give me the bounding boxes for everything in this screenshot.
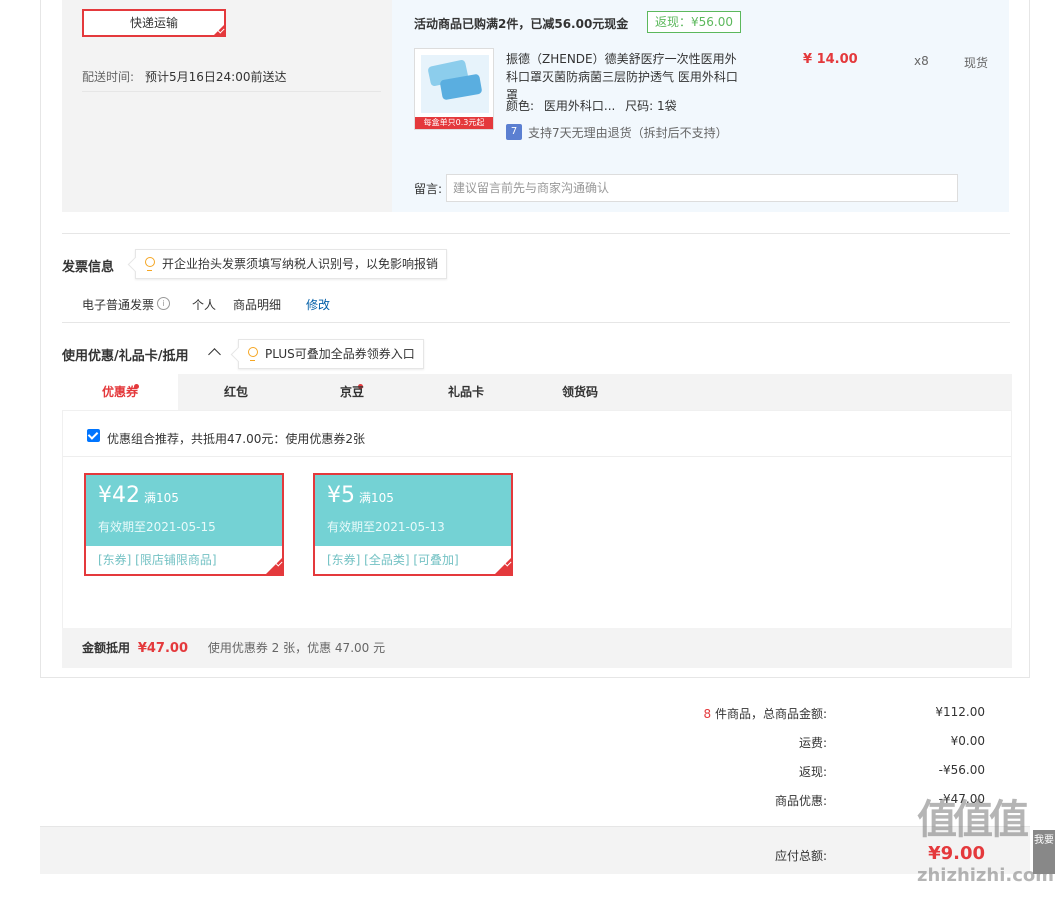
- product-stock: 现货: [964, 56, 989, 70]
- invoice-detail: 商品明细: [233, 298, 282, 312]
- lightbulb-icon: [248, 347, 258, 361]
- tab-label: 京豆: [339, 385, 364, 399]
- combo-recommend-checkbox[interactable]: [87, 429, 100, 442]
- product-image-caption: 每盒单只0.3元起: [415, 117, 493, 129]
- color-value: 医用外科口...: [543, 99, 616, 113]
- combo-recommend-text: 优惠组合推荐，共抵用47.00元：使用优惠券2张: [107, 432, 365, 446]
- discount-label: 商品优惠:: [774, 794, 827, 808]
- freight-row: 运费: ¥0.00: [585, 734, 985, 754]
- invoice-tip: 开企业抬头发票须填写纳税人识别号，以免影响报销: [135, 249, 448, 279]
- info-icon[interactable]: i: [157, 297, 170, 310]
- invoice-person: 个人: [192, 298, 217, 312]
- cashback-row: 返现: -¥56.00: [585, 763, 985, 783]
- lightbulb-icon: [145, 257, 155, 271]
- coupon-tags: [东券] [限店铺限商品]: [98, 553, 217, 567]
- coupon-condition: 满105: [144, 491, 179, 505]
- payable-label: 应付总额:: [774, 849, 827, 863]
- invoice-title: 发票信息: [62, 260, 115, 275]
- return-policy-text: 支持7天无理由退货（拆封后不支持）: [528, 126, 728, 140]
- goods-total-value: ¥112.00: [935, 705, 985, 719]
- tab-label: 优惠券: [101, 385, 138, 399]
- size-label: 尺码:: [625, 99, 654, 113]
- invoice-edit-link[interactable]: 修改: [306, 296, 330, 313]
- freight-value: ¥0.00: [950, 734, 985, 748]
- tab-label: 领货码: [561, 385, 598, 399]
- discount-summary-value: ¥47.00: [137, 641, 189, 656]
- tab-gift-card[interactable]: 礼品卡: [408, 374, 524, 410]
- message-input[interactable]: 建议留言前先与商家沟通确认: [446, 174, 958, 202]
- freight-label: 运费:: [798, 736, 827, 750]
- coupon-amount-value: ¥5: [327, 483, 355, 508]
- delivery-time-value: 预计5月16日24:00前送达: [145, 70, 287, 84]
- express-shipping-option[interactable]: 快递运输: [82, 9, 226, 37]
- product-title-link[interactable]: 振德（ZHENDE）德美舒医疗一次性医用外科口罩灭菌防病菌三层防护透气 医用外科…: [506, 50, 748, 104]
- tab-red-packet[interactable]: 红包: [178, 374, 363, 410]
- tab-coupon[interactable]: 优惠券: [62, 374, 178, 410]
- product-image[interactable]: 每盒单只0.3元起: [414, 48, 494, 130]
- goods-total-label: 8 件商品，总商品金额:: [703, 705, 827, 722]
- section-divider: [62, 233, 1010, 234]
- shipping-divider: [82, 91, 381, 92]
- selected-check-icon: [212, 23, 226, 37]
- delivery-time-label: 配送时间:: [82, 70, 135, 84]
- watermark-logo: 值值值: [917, 797, 1029, 843]
- invoice-tip-text: 开企业抬头发票须填写纳税人识别号，以免影响报销: [162, 257, 439, 271]
- product-color: 颜色: 医用外科口... 尺码: 1袋: [506, 97, 677, 114]
- site-watermark: 值值值 zhizhizhi.com: [917, 790, 1054, 886]
- express-shipping-label: 快递运输: [129, 16, 178, 30]
- product-quantity: x8: [914, 54, 929, 68]
- section-divider: [62, 322, 1010, 323]
- message-label: 留言:: [414, 182, 443, 196]
- discount-summary-bar: 金额抵用 ¥47.00 使用优惠券 2 张，优惠 47.00 元: [62, 628, 1012, 668]
- size-value: 1袋: [657, 99, 677, 113]
- cashback-badge: 返现：¥56.00: [647, 11, 741, 33]
- coupon-card[interactable]: ¥42 满105 有效期至2021-05-15 [东券] [限店铺限商品]: [84, 473, 284, 576]
- tab-jingdou[interactable]: 京豆: [294, 374, 410, 410]
- coupon-amount: ¥5 满105: [327, 483, 394, 508]
- tab-claim-code[interactable]: 领货码: [522, 374, 638, 410]
- discount-summary-desc: 使用优惠券 2 张，优惠 47.00 元: [207, 641, 386, 655]
- coupon-amount: ¥42 满105: [98, 483, 179, 508]
- coupon-tags: [东券] [全品类] [可叠加]: [327, 553, 459, 567]
- tab-label: 礼品卡: [447, 385, 484, 399]
- coupon-amount-value: ¥42: [98, 483, 140, 508]
- coupon-header: ¥5 满105 有效期至2021-05-13: [315, 475, 511, 546]
- selected-check-icon: [264, 556, 284, 576]
- coupon-card[interactable]: ¥5 满105 有效期至2021-05-13 [东券] [全品类] [可叠加]: [313, 473, 513, 576]
- invoice-type: 电子普通发票: [82, 298, 155, 312]
- product-price: ¥ 14.00: [803, 52, 858, 67]
- cashback-label: 返现:: [798, 765, 827, 779]
- seven-day-return-icon: 7: [506, 124, 522, 140]
- discount-summary-label: 金额抵用: [82, 641, 131, 655]
- coupon-condition: 满105: [359, 491, 394, 505]
- color-label: 颜色:: [506, 99, 535, 113]
- notification-dot: [134, 384, 139, 389]
- coupon-expiry: 有效期至2021-05-13: [327, 520, 445, 534]
- coupon-expiry: 有效期至2021-05-15: [98, 520, 216, 534]
- item-count: 8: [703, 707, 712, 721]
- cashback-value: -¥56.00: [938, 763, 985, 777]
- plus-coupon-tip-text: PLUS可叠加全品券领券入口: [265, 347, 415, 361]
- discount-tabs: 优惠券 红包 京豆 礼品卡 领货码: [62, 374, 1012, 410]
- tab-label: 红包: [223, 385, 248, 399]
- goods-total-row: 8 件商品，总商品金额: ¥112.00: [585, 705, 985, 725]
- promo-text: 活动商品已购满2件，已减56.00元现金: [414, 17, 629, 31]
- side-float-tab[interactable]: 我要: [1033, 830, 1055, 874]
- plus-coupon-tip[interactable]: PLUS可叠加全品券领券入口: [238, 339, 424, 369]
- item-count-suffix: 件商品，总商品金额:: [714, 707, 827, 721]
- coupon-divider: [63, 456, 1011, 457]
- selected-check-icon: [493, 556, 513, 576]
- discount-title: 使用优惠/礼品卡/抵用: [62, 349, 189, 364]
- coupon-header: ¥42 满105 有效期至2021-05-15: [86, 475, 282, 546]
